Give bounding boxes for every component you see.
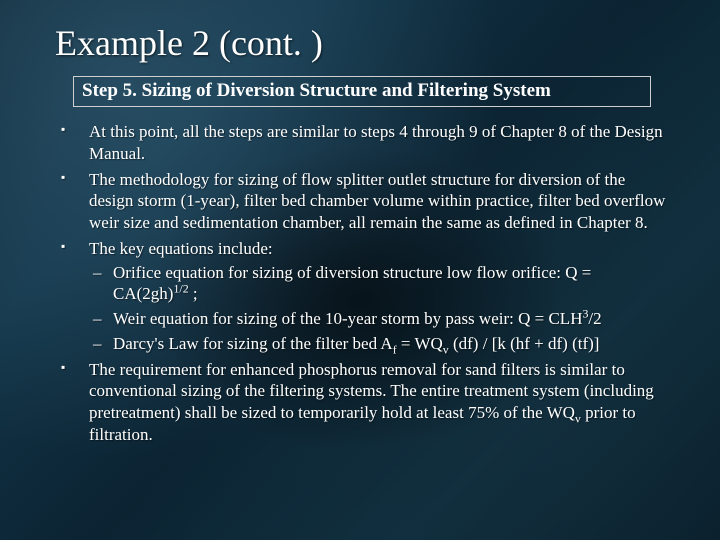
bullet-text: The requirement for enhanced phosphorus … — [89, 360, 654, 423]
sub-bullet-item: Weir equation for sizing of the 10-year … — [89, 308, 670, 330]
sub-bullet-item: Darcy's Law for sizing of the filter bed… — [89, 333, 670, 355]
sub-text: Weir equation for sizing of the 10-year … — [113, 309, 582, 328]
sub-bullet-list: Orifice equation for sizing of diversion… — [89, 262, 670, 355]
step-heading-text: Step 5. Sizing of Diversion Structure an… — [82, 80, 551, 101]
step-heading-box: Step 5. Sizing of Diversion Structure an… — [73, 76, 651, 107]
superscript: 1/2 — [173, 282, 188, 296]
slide-title: Example 2 (cont. ) — [55, 22, 680, 64]
bullet-item: The requirement for enhanced phosphorus … — [55, 359, 670, 446]
bullet-list: At this point, all the steps are similar… — [55, 121, 680, 446]
sub-text: /2 — [588, 309, 601, 328]
sub-bullet-item: Orifice equation for sizing of diversion… — [89, 262, 670, 306]
bullet-item: The key equations include: Orifice equat… — [55, 238, 670, 355]
sub-text: ; — [189, 284, 198, 303]
bullet-item: The methodology for sizing of flow split… — [55, 169, 670, 234]
sub-text: (df) / [k (hf + df) (tf)] — [449, 334, 600, 353]
slide: Example 2 (cont. ) Step 5. Sizing of Div… — [0, 0, 720, 540]
bullet-item: At this point, all the steps are similar… — [55, 121, 670, 165]
sub-text: = WQ — [397, 334, 443, 353]
sub-text: Darcy's Law for sizing of the filter bed… — [113, 334, 393, 353]
bullet-text: The key equations include: — [89, 239, 273, 258]
